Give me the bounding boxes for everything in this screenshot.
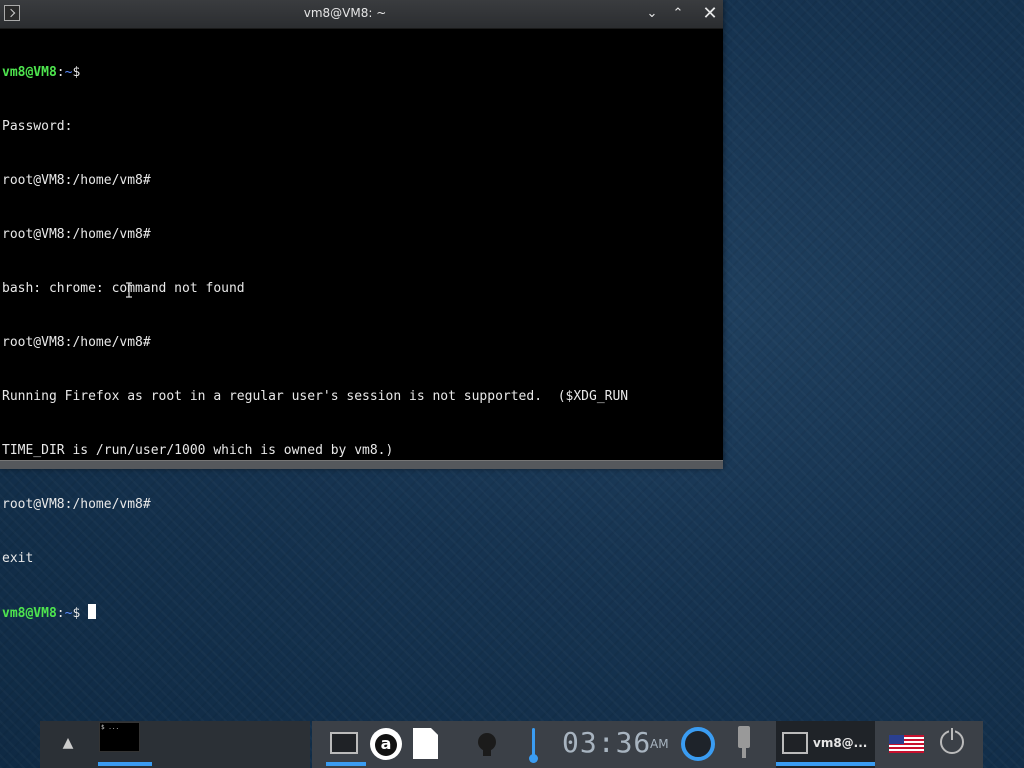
- terminal-window[interactable]: vm8@VM8: ~ ⌄ ⌃ ✕ vm8@VM8:~$ Password: ro…: [0, 0, 723, 621]
- terminal-line: Running Firefox as root in a regular use…: [2, 389, 629, 404]
- lightbulb-icon[interactable]: [478, 733, 496, 756]
- prompt-separator: :: [56, 65, 65, 80]
- current-prompt-line[interactable]: vm8@VM8:~$: [2, 604, 721, 622]
- terminal-output[interactable]: vm8@VM8:~$ Password: root@VM8:/home/vm8#…: [2, 28, 721, 621]
- power-icon[interactable]: [940, 728, 964, 754]
- terminal-icon: [782, 732, 808, 754]
- terminal-line: exit: [2, 551, 34, 566]
- clock-time[interactable]: 03:36: [562, 726, 651, 759]
- prompt-user: vm8@VM8: [2, 606, 57, 621]
- launcher-indicator: [326, 762, 366, 766]
- maximize-button[interactable]: ⌃: [668, 4, 688, 24]
- chevron-up-icon[interactable]: ▲: [54, 735, 82, 755]
- thermometer-icon[interactable]: [529, 728, 538, 763]
- prompt-user: vm8@VM8: [2, 65, 57, 80]
- window-title: vm8@VM8: ~: [303, 6, 387, 20]
- terminal-line: root@VM8:/home/vm8#: [2, 335, 151, 350]
- prompt-separator: :: [56, 606, 65, 621]
- prompt-suffix: $: [72, 65, 81, 80]
- minimize-button[interactable]: ⌄: [642, 4, 662, 24]
- us-flag-icon[interactable]: [889, 735, 924, 753]
- terminal-line: root@VM8:/home/vm8#: [2, 497, 151, 512]
- thumbnail-indicator: [98, 762, 152, 766]
- window-bottom-border[interactable]: [0, 460, 723, 469]
- window-thumbnail[interactable]: $ ...: [99, 722, 140, 752]
- ring-icon[interactable]: [681, 727, 715, 761]
- terminal-line: bash: chrome: command not found: [2, 281, 245, 296]
- terminal-line: Password:: [2, 119, 73, 134]
- active-task-label[interactable]: vm8@...: [813, 736, 867, 750]
- clock-ampm: AM: [650, 737, 669, 751]
- window-titlebar[interactable]: vm8@VM8: ~ ⌄ ⌃ ✕: [0, 0, 723, 29]
- terminal-line: TIME_DIR is /run/user/1000 which is owne…: [2, 443, 394, 458]
- terminal-icon[interactable]: [330, 732, 358, 754]
- a-app-icon[interactable]: a: [370, 728, 402, 760]
- terminal-line: vm8@VM8:~$: [2, 64, 721, 82]
- active-task-indicator: [776, 762, 875, 766]
- text-cursor: [88, 604, 97, 619]
- terminal-line: root@VM8:/home/vm8#: [2, 227, 151, 242]
- close-button[interactable]: ✕: [700, 4, 720, 24]
- prompt-suffix: $: [72, 606, 81, 621]
- document-icon[interactable]: [413, 728, 438, 759]
- ibeam-cursor-icon: [126, 282, 132, 298]
- usb-icon[interactable]: [738, 726, 750, 758]
- terminal-line: root@VM8:/home/vm8#: [2, 173, 151, 188]
